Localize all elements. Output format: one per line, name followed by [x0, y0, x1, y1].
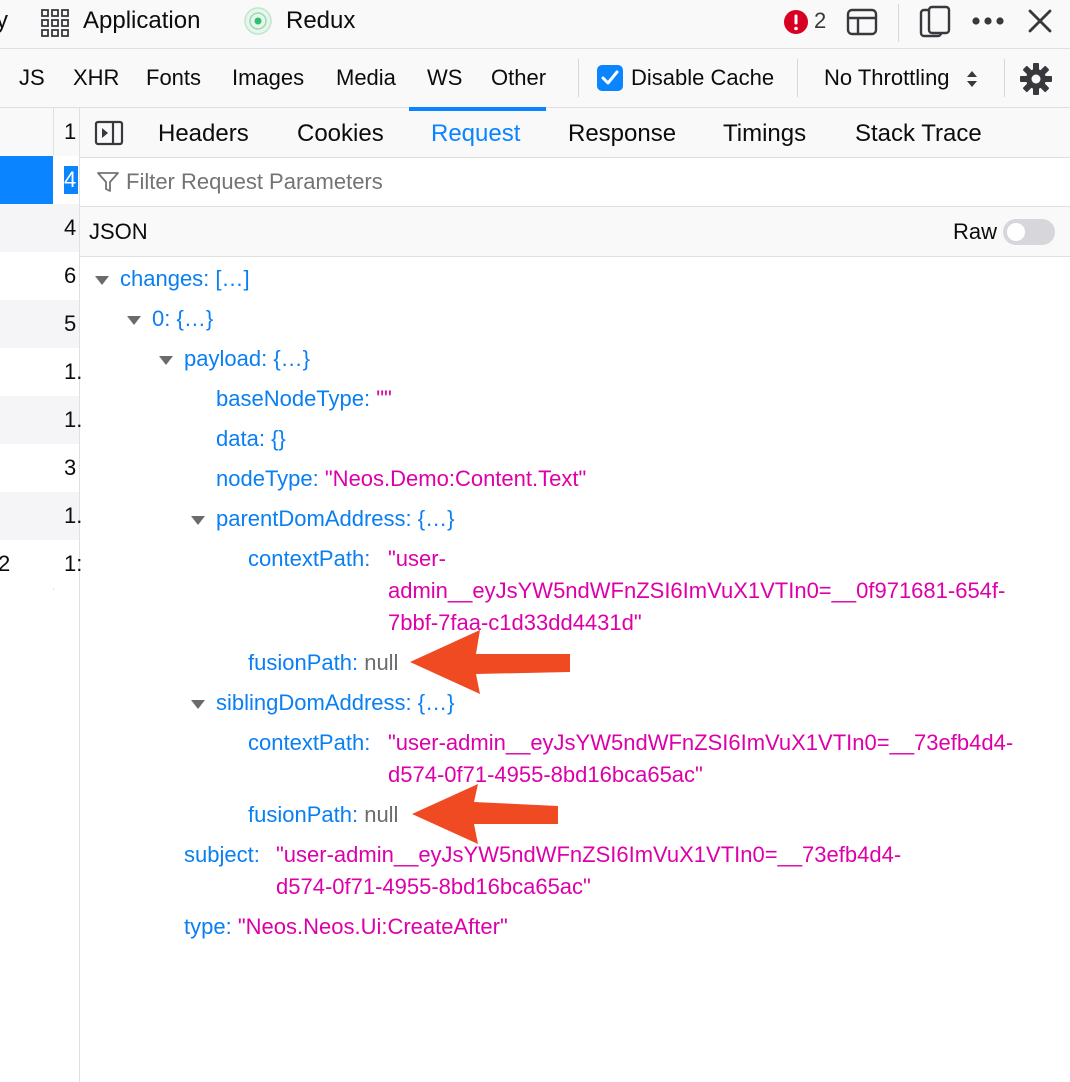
tab-response[interactable]: Response	[568, 120, 676, 148]
request-row-size: 4	[64, 166, 78, 194]
error-count[interactable]: 2	[814, 6, 826, 36]
tab-cookies[interactable]: Cookies	[297, 120, 384, 148]
tab-request[interactable]: Request	[431, 120, 520, 148]
active-tab-indicator	[409, 107, 546, 111]
chevron-updown-icon	[966, 69, 978, 94]
filter-request-params[interactable]: Filter Request Parameters	[80, 158, 1070, 207]
tree-row-sibling-fusionpath[interactable]: fusionPath: null	[248, 799, 398, 831]
disable-cache-checkbox[interactable]	[596, 64, 624, 97]
chevron-down-icon[interactable]	[191, 516, 205, 525]
filter-other[interactable]: Other	[491, 65, 546, 91]
tree-val-parent-contextpath-2[interactable]: admin__eyJsYW5ndWFnZSI6ImVuX1VTIn0=__0f9…	[388, 575, 1005, 607]
gear-icon[interactable]	[1019, 62, 1053, 101]
detail-tabs: Headers Cookies Request Response Timings…	[80, 108, 1070, 158]
annotation-arrow-icon	[410, 630, 570, 694]
selected-row-highlight	[0, 156, 53, 204]
throttling-select[interactable]: No Throttling	[824, 65, 950, 91]
request-row-lead: 2	[0, 551, 11, 576]
json-label: JSON	[89, 219, 148, 244]
error-icon[interactable]	[783, 9, 809, 40]
tree-val-subject-1[interactable]: "user-admin__eyJsYW5ndWFnZSI6ImVuX1VTIn0…	[276, 839, 901, 871]
chevron-down-icon[interactable]	[159, 356, 173, 365]
tree-val-subject-2[interactable]: d574-0f71-4955-8bd16bca65ac"	[276, 871, 591, 903]
chevron-down-icon[interactable]	[95, 276, 109, 285]
request-row[interactable]: 4	[0, 156, 79, 204]
chevron-down-icon[interactable]	[127, 316, 141, 325]
close-icon[interactable]	[1027, 8, 1053, 39]
tab-redux[interactable]: Redux	[286, 6, 355, 36]
request-row-size: 5	[64, 311, 77, 336]
request-row-size: 4	[64, 215, 77, 240]
raw-label: Raw	[953, 219, 998, 244]
raw-toggle[interactable]	[1003, 219, 1055, 245]
request-row[interactable]: 2 1:	[0, 540, 82, 588]
request-list-header: 1	[0, 108, 79, 156]
request-row[interactable]: 5	[0, 300, 79, 348]
tree-row-payload[interactable]: payload: {…}	[184, 343, 310, 375]
request-row[interactable]: 1.	[0, 348, 82, 396]
tree-row-data[interactable]: data: {}	[216, 423, 286, 455]
tree-key-parent-contextpath[interactable]: contextPath:	[248, 543, 370, 575]
filter-placeholder[interactable]: Filter Request Parameters	[126, 169, 383, 195]
filter-xhr[interactable]: XHR	[73, 65, 119, 91]
column-header[interactable]: 1	[64, 118, 76, 146]
toggle-sidebar-icon[interactable]	[94, 120, 124, 151]
tree-key-sibling-contextpath[interactable]: contextPath:	[248, 727, 370, 759]
filter-icon	[96, 170, 120, 199]
tree-row-basenodetype[interactable]: baseNodeType: ""	[216, 383, 392, 415]
responsive-design-icon[interactable]	[918, 5, 952, 44]
application-grid-icon	[40, 8, 70, 43]
tree-row-parent-fusionpath[interactable]: fusionPath: null	[248, 647, 398, 679]
request-row[interactable]: 1.	[0, 396, 82, 444]
redux-icon	[242, 5, 274, 42]
disable-cache-label[interactable]: Disable Cache	[631, 65, 774, 91]
partial-tab-label[interactable]: y	[0, 6, 8, 36]
filter-fonts[interactable]: Fonts	[146, 65, 201, 91]
request-type-filter-bar: JS XHR Fonts Images Media WS Other Disab…	[0, 49, 1070, 108]
request-list: 1 4 4 6 5 1. 1. 3 1. 2 1:	[0, 108, 82, 1082]
filter-media[interactable]: Media	[336, 65, 396, 91]
filter-js[interactable]: JS	[19, 65, 45, 91]
annotation-arrow-icon	[412, 784, 558, 844]
tree-row-changes[interactable]: changes: […]	[120, 263, 250, 295]
tree-val-sibling-contextpath-1[interactable]: "user-admin__eyJsYW5ndWFnZSI6ImVuX1VTIn0…	[388, 727, 1013, 759]
tree-row-parentdomaddress[interactable]: parentDomAddress: {…}	[216, 503, 454, 535]
request-row-size: 3	[64, 455, 77, 480]
tree-key-subject[interactable]: subject:	[184, 839, 260, 871]
dock-layout-icon[interactable]	[846, 7, 878, 42]
devtools-toolbar: y Application Redux 2	[0, 0, 1070, 49]
request-row[interactable]: 6	[0, 252, 79, 300]
tab-stack-trace[interactable]: Stack Trace	[855, 120, 982, 148]
request-row[interactable]: 1.	[0, 492, 82, 540]
tree-val-parent-contextpath-1[interactable]: "user-	[388, 543, 446, 575]
filter-images[interactable]: Images	[232, 65, 304, 91]
filter-ws[interactable]: WS	[427, 65, 462, 91]
tab-timings[interactable]: Timings	[723, 120, 806, 148]
more-options-icon[interactable]	[971, 14, 1005, 32]
request-row[interactable]: 4	[0, 204, 79, 252]
request-row-size: 6	[64, 263, 77, 288]
tree-row-nodetype[interactable]: nodeType: "Neos.Demo:Content.Text"	[216, 463, 586, 495]
tree-row-item0[interactable]: 0: {…}	[152, 303, 213, 335]
chevron-down-icon[interactable]	[191, 700, 205, 709]
request-row[interactable]: 3	[0, 444, 79, 492]
tree-row-type[interactable]: type: "Neos.Neos.Ui:CreateAfter"	[184, 911, 508, 943]
tab-headers[interactable]: Headers	[158, 120, 249, 148]
tab-application[interactable]: Application	[83, 6, 200, 36]
json-section-header: JSON Raw	[80, 207, 1070, 257]
